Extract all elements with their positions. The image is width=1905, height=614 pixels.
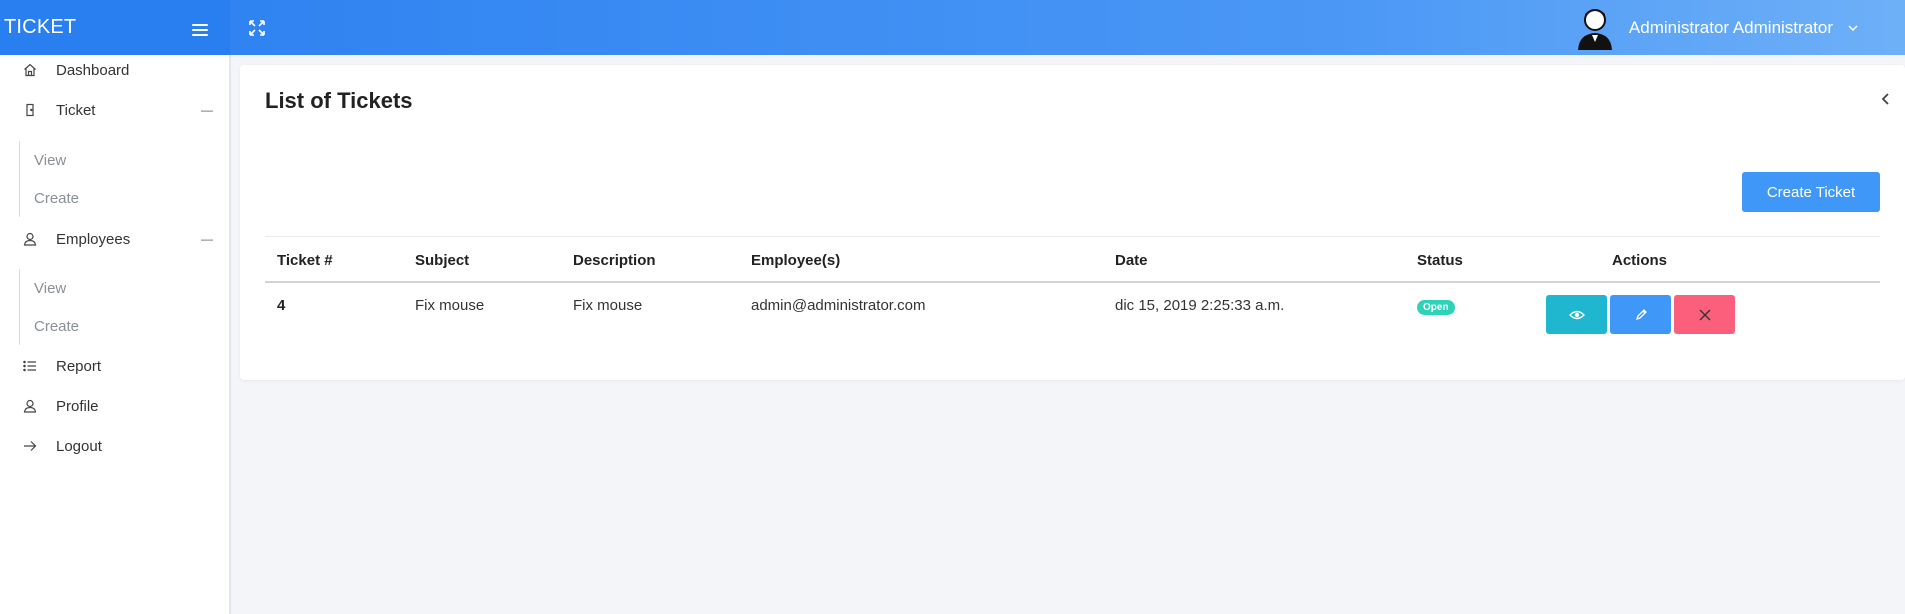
cell-ticket-number: 4 <box>277 297 286 314</box>
tickets-table: Ticket # Subject Description Employee(s)… <box>265 236 1880 335</box>
cell-subject: Fix mouse <box>415 297 485 314</box>
submenu-employees-view[interactable]: View <box>20 269 199 307</box>
status-badge: Open <box>1417 300 1455 315</box>
view-button[interactable] <box>1546 295 1607 334</box>
cell-date: dic 15, 2019 2:25:33 a.m. <box>1115 297 1285 314</box>
table-row: 4 Fix mouse Fix mouse admin@administrato… <box>265 283 1880 335</box>
sidebar: Dashboard Ticket — View Create Employees… <box>0 55 231 614</box>
table-header: Ticket # Subject Description Employee(s)… <box>265 236 1880 283</box>
chevron-left-icon[interactable] <box>1879 92 1893 106</box>
arrow-right-icon <box>22 438 38 454</box>
sidebar-item-profile[interactable]: Profile <box>0 391 229 421</box>
sidebar-item-logout[interactable]: Logout <box>0 431 229 461</box>
collapse-icon[interactable]: — <box>201 232 213 246</box>
user-menu[interactable]: Administrator Administrator <box>1575 6 1905 50</box>
column-header-status[interactable]: Status <box>1417 252 1463 269</box>
brand-name[interactable]: TICKET <box>4 16 76 39</box>
employees-submenu: View Create <box>19 269 199 345</box>
user-name[interactable]: Administrator Administrator <box>1629 18 1833 38</box>
page-title: List of Tickets <box>265 88 413 113</box>
sidebar-item-dashboard[interactable]: Dashboard <box>0 55 229 85</box>
sidebar-item-label: Ticket <box>56 101 96 119</box>
top-navbar: TICKET Administrator Administrator <box>0 0 1905 55</box>
create-ticket-button[interactable]: Create Ticket <box>1742 172 1880 212</box>
edit-button[interactable] <box>1610 295 1671 334</box>
column-header-subject[interactable]: Subject <box>415 252 469 269</box>
home-icon <box>22 62 38 78</box>
eye-icon <box>1568 310 1585 319</box>
list-icon <box>22 358 38 374</box>
cell-description: Fix mouse <box>573 297 643 314</box>
sidebar-item-label: Employees <box>56 230 131 248</box>
user-icon <box>22 231 38 247</box>
sidebar-item-report[interactable]: Report <box>0 351 229 381</box>
column-header-ticket[interactable]: Ticket # <box>277 252 333 269</box>
sidebar-item-label: Report <box>56 357 102 375</box>
sidebar-item-ticket[interactable]: Ticket — <box>0 95 229 125</box>
delete-button[interactable] <box>1674 295 1735 334</box>
chevron-down-icon[interactable] <box>1847 22 1859 34</box>
avatar[interactable] <box>1575 6 1615 50</box>
menu-toggle-icon[interactable] <box>192 23 208 36</box>
column-header-employees[interactable]: Employee(s) <box>751 252 840 269</box>
tickets-card: List of Tickets Create Ticket Ticket # S… <box>240 65 1905 380</box>
collapse-icon[interactable]: — <box>201 103 213 117</box>
column-header-description[interactable]: Description <box>573 252 656 269</box>
close-icon <box>1699 309 1710 320</box>
sidebar-item-label: Profile <box>56 397 99 415</box>
column-header-actions: Actions <box>1612 252 1668 269</box>
user-icon <box>22 398 38 414</box>
sidebar-item-employees[interactable]: Employees — <box>0 224 229 254</box>
fullscreen-icon[interactable] <box>248 19 266 37</box>
brand-area: TICKET <box>0 0 230 55</box>
column-header-date[interactable]: Date <box>1115 252 1148 269</box>
submenu-employees-create[interactable]: Create <box>20 307 199 345</box>
sidebar-item-label: Dashboard <box>56 61 130 79</box>
door-icon <box>22 102 38 118</box>
cell-employee: admin@administrator.com <box>751 297 926 314</box>
submenu-ticket-create[interactable]: Create <box>20 179 199 217</box>
submenu-ticket-view[interactable]: View <box>20 141 199 179</box>
sidebar-item-label: Logout <box>56 437 102 455</box>
pencil-icon <box>1635 308 1647 320</box>
ticket-submenu: View Create <box>19 141 199 217</box>
